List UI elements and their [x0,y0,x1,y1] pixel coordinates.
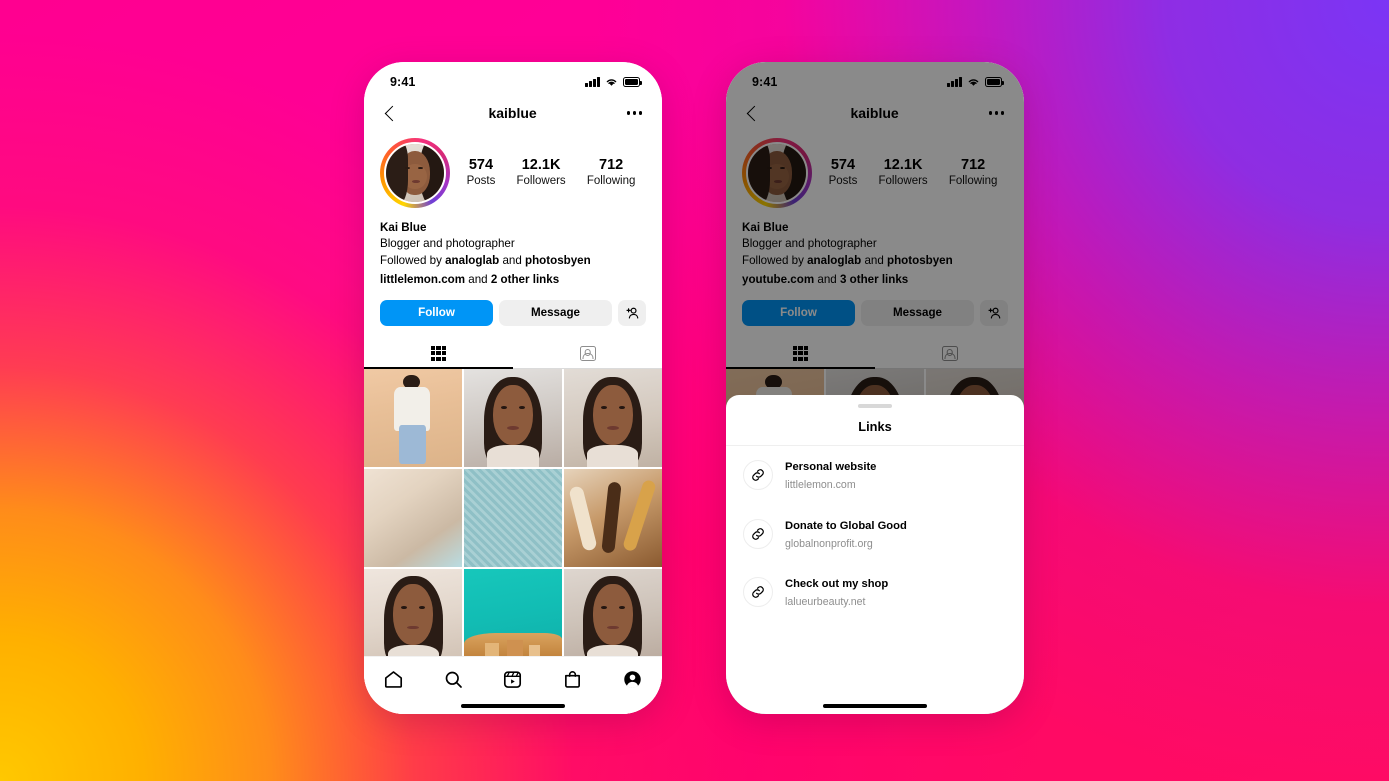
message-button[interactable]: Message [499,299,612,326]
bio-description: Blogger and photographer [380,237,515,251]
battery-full-icon [623,77,642,87]
stat-posts[interactable]: 574 Posts [467,156,496,190]
post-coastal-sea[interactable] [463,568,563,667]
chevron-left-icon[interactable] [384,105,401,121]
followed-by-user-1[interactable]: analoglab [445,254,499,267]
link-url: lalueurbeauty.net [785,596,866,609]
avatar[interactable] [384,142,446,204]
link-url: globalnonprofit.org [785,537,873,550]
nav-reels[interactable] [497,666,529,692]
list-item[interactable]: Personal website littlelemon.com [726,446,1024,505]
cellular-bars-icon [585,77,600,87]
screen-left: 9:41 kaiblue 574 Posts 12.1K Followers 7… [364,62,662,714]
post-marble-texture[interactable] [364,468,463,567]
ellipsis-icon[interactable] [627,111,642,115]
status-time: 9:41 [390,75,416,89]
reels-icon [504,670,522,688]
nav-shop[interactable] [557,666,589,692]
tab-tagged[interactable] [513,339,662,368]
nav-home[interactable] [378,666,410,692]
follow-button[interactable]: Follow [380,299,493,326]
bio-display-name: Kai Blue [380,221,427,234]
home-indicator [823,704,927,708]
post-woman-tank-top[interactable] [563,368,662,468]
profile-actions: Follow Message [364,289,662,326]
status-bar: 9:41 [364,62,662,96]
bio-other-links[interactable]: 2 other links [491,273,559,286]
photo-grid [364,368,662,667]
link-title: Check out my shop [785,578,889,591]
phone-left: 9:41 kaiblue 574 Posts 12.1K Followers 7… [364,62,662,714]
avatar-portrait [386,144,444,202]
avatar-story-ring[interactable] [380,138,450,208]
tab-grid[interactable] [364,339,513,368]
bio-links-summary[interactable]: littlelemon.com and 2 other links [380,272,646,288]
post-woman-white-coat[interactable] [364,368,463,468]
phone-right: 9:41 kaiblue 574 Posts 12.1K Followers 7… [726,62,1024,714]
link-icon [743,460,773,491]
bio-primary-link[interactable]: littlelemon.com [380,273,465,286]
add-person-button[interactable] [618,299,646,326]
sheet-title: Links [726,408,1024,446]
stat-posts-label: Posts [466,175,496,188]
nav-header: kaiblue [364,96,662,130]
post-woman-long-hair[interactable] [563,568,662,667]
post-beauty-products[interactable] [563,468,662,567]
profile-bio: Kai Blue Blogger and photographer Follow… [364,208,662,289]
stat-followers-value: 12.1K [521,157,561,174]
link-icon [743,518,773,549]
screen-right: 9:41 kaiblue 574 Posts 12.1K Followers 7… [726,62,1024,714]
post-woman-cooking[interactable] [463,368,563,468]
link-icon [743,577,773,608]
stat-following-value: 712 [599,157,624,174]
home-icon [385,670,403,688]
bottom-nav [364,656,662,714]
stat-following[interactable]: 712 Following [587,156,636,190]
followed-by-join: and [499,253,526,267]
add-person-icon [626,307,639,319]
nav-profile[interactable] [616,666,648,692]
list-item[interactable]: Donate to Global Good globalnonprofit.or… [726,505,1024,564]
post-woman-headband[interactable] [364,568,463,667]
search-icon [445,671,462,688]
profile-tabs [364,339,662,369]
bio-links-join: and [465,273,491,287]
links-bottom-sheet: Links Personal website littlelemon.com D… [726,395,1024,714]
home-indicator [461,704,565,708]
stat-followers-label: Followers [516,175,566,188]
link-title: Donate to Global Good [785,519,907,532]
page-title: kaiblue [488,105,537,121]
nav-search[interactable] [437,666,469,692]
status-icons [585,77,642,87]
grid-tab-icon [431,345,446,361]
stat-followers[interactable]: 12.1K Followers [516,156,565,190]
bio-followed-by: Followed by analoglab and photosbyen [380,253,646,269]
profile-stats: 574 Posts 12.1K Followers 712 Following [450,156,646,190]
followed-by-user-2[interactable]: photosbyen [525,254,591,267]
wifi-icon [606,79,617,86]
link-url: littlelemon.com [785,479,856,492]
followed-by-prefix: Followed by [380,253,446,267]
profile-header: 574 Posts 12.1K Followers 712 Following [364,130,662,208]
profile-icon [623,670,641,688]
stat-following-label: Following [586,175,636,188]
post-teal-weave-texture[interactable] [463,468,563,567]
shop-icon [565,670,581,688]
tagged-tab-icon [579,345,596,361]
list-item[interactable]: Check out my shop lalueurbeauty.net [726,563,1024,622]
stat-posts-value: 574 [468,157,494,174]
link-title: Personal website [785,461,877,473]
